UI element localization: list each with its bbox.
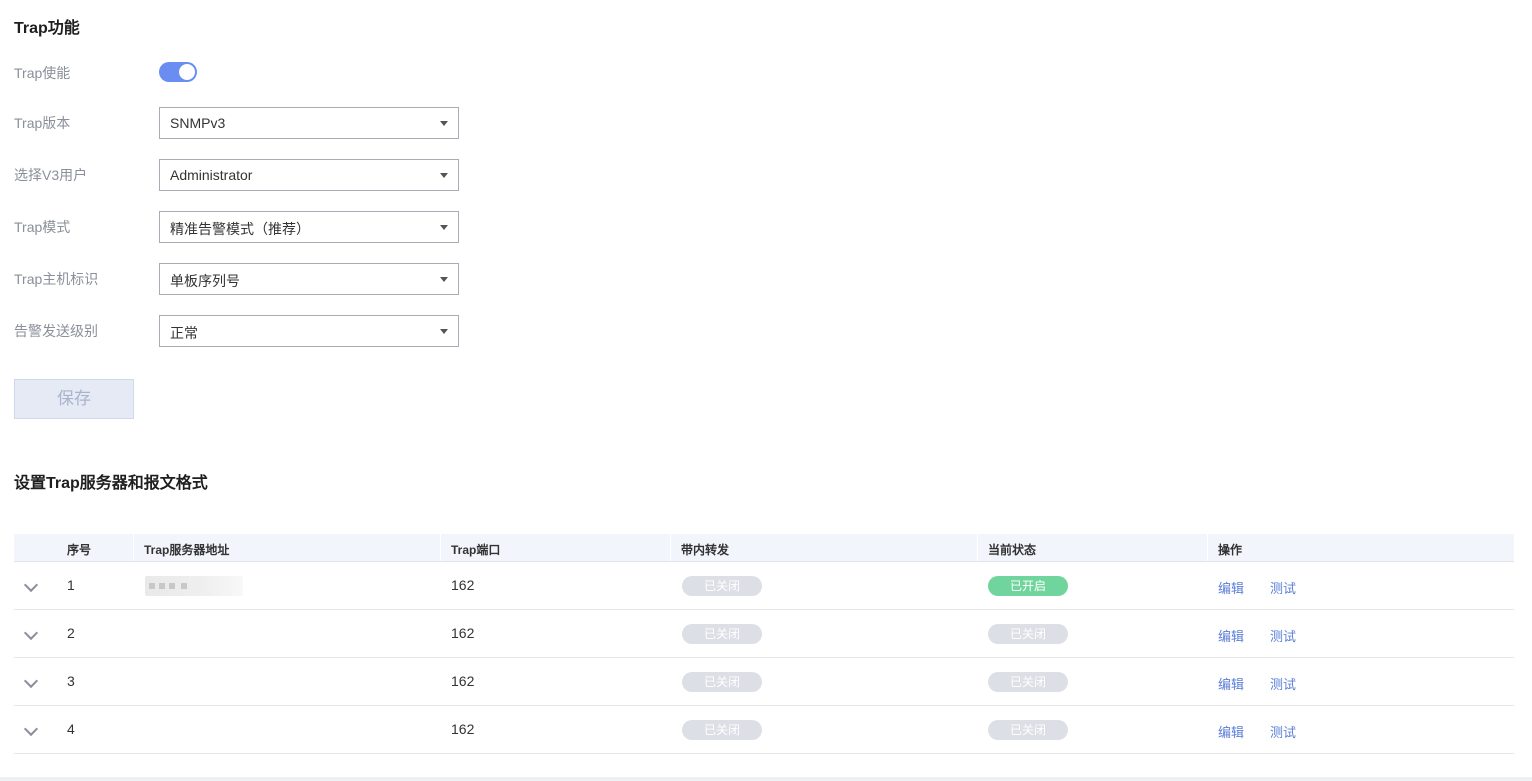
trap-version-value: SNMPv3 xyxy=(170,115,226,131)
caret-down-icon xyxy=(440,121,448,126)
v3-user-label: 选择V3用户 xyxy=(14,167,88,183)
status-badge: 已关闭 xyxy=(988,672,1068,692)
col-index: 序号 xyxy=(67,543,92,557)
row-index: 2 xyxy=(67,625,75,641)
trap-server-table: 序号 Trap服务器地址 Trap端口 带内转发 当前状态 操作 1 162 已… xyxy=(14,534,1514,754)
col-actions: 操作 xyxy=(1218,543,1243,557)
col-port: Trap端口 xyxy=(451,543,501,557)
trap-settings-page: Trap功能 Trap使能 Trap版本 SNMPv3 选择V3用户 Admin… xyxy=(0,0,1532,781)
row-port: 162 xyxy=(451,577,475,593)
chevron-down-icon[interactable] xyxy=(23,625,39,641)
caret-down-icon xyxy=(440,173,448,178)
caret-down-icon xyxy=(440,225,448,230)
trap-host-id-row: Trap主机标识 单板序列号 xyxy=(14,263,464,295)
row-index: 3 xyxy=(67,673,75,689)
v3-user-value: Administrator xyxy=(170,167,253,183)
trap-mode-value: 精准告警模式（推荐） xyxy=(170,221,310,237)
row-port: 162 xyxy=(451,721,475,737)
table-row: 1 162 已关闭 已开启 编辑 测试 xyxy=(14,562,1514,610)
table-row: 3 162 已关闭 已关闭 编辑 测试 xyxy=(14,658,1514,706)
footer-divider xyxy=(0,777,1532,781)
column-divider xyxy=(1207,534,1208,561)
inband-badge: 已关闭 xyxy=(682,672,762,692)
toggle-knob xyxy=(179,64,195,80)
column-divider xyxy=(977,534,978,561)
row-index: 1 xyxy=(67,577,75,593)
inband-badge: 已关闭 xyxy=(682,720,762,740)
col-status: 当前状态 xyxy=(988,543,1037,557)
row-port: 162 xyxy=(451,673,475,689)
col-inband: 带内转发 xyxy=(681,543,730,557)
edit-link[interactable]: 编辑 xyxy=(1218,626,1244,645)
test-link[interactable]: 测试 xyxy=(1270,626,1296,645)
column-divider xyxy=(670,534,671,561)
trap-version-label: Trap版本 xyxy=(14,115,71,131)
alarm-level-label: 告警发送级别 xyxy=(14,323,98,339)
test-link[interactable]: 测试 xyxy=(1270,722,1296,741)
status-badge: 已关闭 xyxy=(988,624,1068,644)
v3-user-select[interactable]: Administrator xyxy=(159,159,459,191)
trap-enable-toggle[interactable] xyxy=(159,62,197,82)
trap-mode-select[interactable]: 精准告警模式（推荐） xyxy=(159,211,459,243)
table-row: 2 162 已关闭 已关闭 编辑 测试 xyxy=(14,610,1514,658)
trap-host-id-value: 单板序列号 xyxy=(170,273,240,289)
server-section-title: 设置Trap服务器和报文格式 xyxy=(14,475,208,492)
trap-version-row: Trap版本 SNMPv3 xyxy=(14,107,464,139)
table-header: 序号 Trap服务器地址 Trap端口 带内转发 当前状态 操作 xyxy=(14,534,1514,562)
chevron-down-icon[interactable] xyxy=(23,577,39,593)
trap-mode-row: Trap模式 精准告警模式（推荐） xyxy=(14,211,464,243)
chevron-down-icon[interactable] xyxy=(23,721,39,737)
trap-enable-row: Trap使能 xyxy=(14,60,464,92)
masked-server-address xyxy=(145,576,243,596)
alarm-level-value: 正常 xyxy=(170,325,198,341)
edit-link[interactable]: 编辑 xyxy=(1218,674,1244,693)
inband-badge: 已关闭 xyxy=(682,624,762,644)
trap-mode-label: Trap模式 xyxy=(14,219,71,235)
test-link[interactable]: 测试 xyxy=(1270,578,1296,597)
caret-down-icon xyxy=(440,277,448,282)
trap-host-id-select[interactable]: 单板序列号 xyxy=(159,263,459,295)
row-index: 4 xyxy=(67,721,75,737)
table-row: 4 162 已关闭 已关闭 编辑 测试 xyxy=(14,706,1514,754)
save-button[interactable]: 保存 xyxy=(14,379,134,419)
alarm-level-select[interactable]: 正常 xyxy=(159,315,459,347)
edit-link[interactable]: 编辑 xyxy=(1218,578,1244,597)
status-badge: 已开启 xyxy=(988,576,1068,596)
row-port: 162 xyxy=(451,625,475,641)
test-link[interactable]: 测试 xyxy=(1270,674,1296,693)
edit-link[interactable]: 编辑 xyxy=(1218,722,1244,741)
trap-host-id-label: Trap主机标识 xyxy=(14,271,99,287)
inband-badge: 已关闭 xyxy=(682,576,762,596)
column-divider xyxy=(440,534,441,561)
column-divider xyxy=(133,534,134,561)
chevron-down-icon[interactable] xyxy=(23,673,39,689)
trap-enable-label: Trap使能 xyxy=(14,65,71,81)
alarm-level-row: 告警发送级别 正常 xyxy=(14,315,464,347)
trap-version-select[interactable]: SNMPv3 xyxy=(159,107,459,139)
trap-section-title: Trap功能 xyxy=(14,20,80,37)
caret-down-icon xyxy=(440,329,448,334)
v3-user-row: 选择V3用户 Administrator xyxy=(14,159,464,191)
col-address: Trap服务器地址 xyxy=(144,543,230,557)
status-badge: 已关闭 xyxy=(988,720,1068,740)
